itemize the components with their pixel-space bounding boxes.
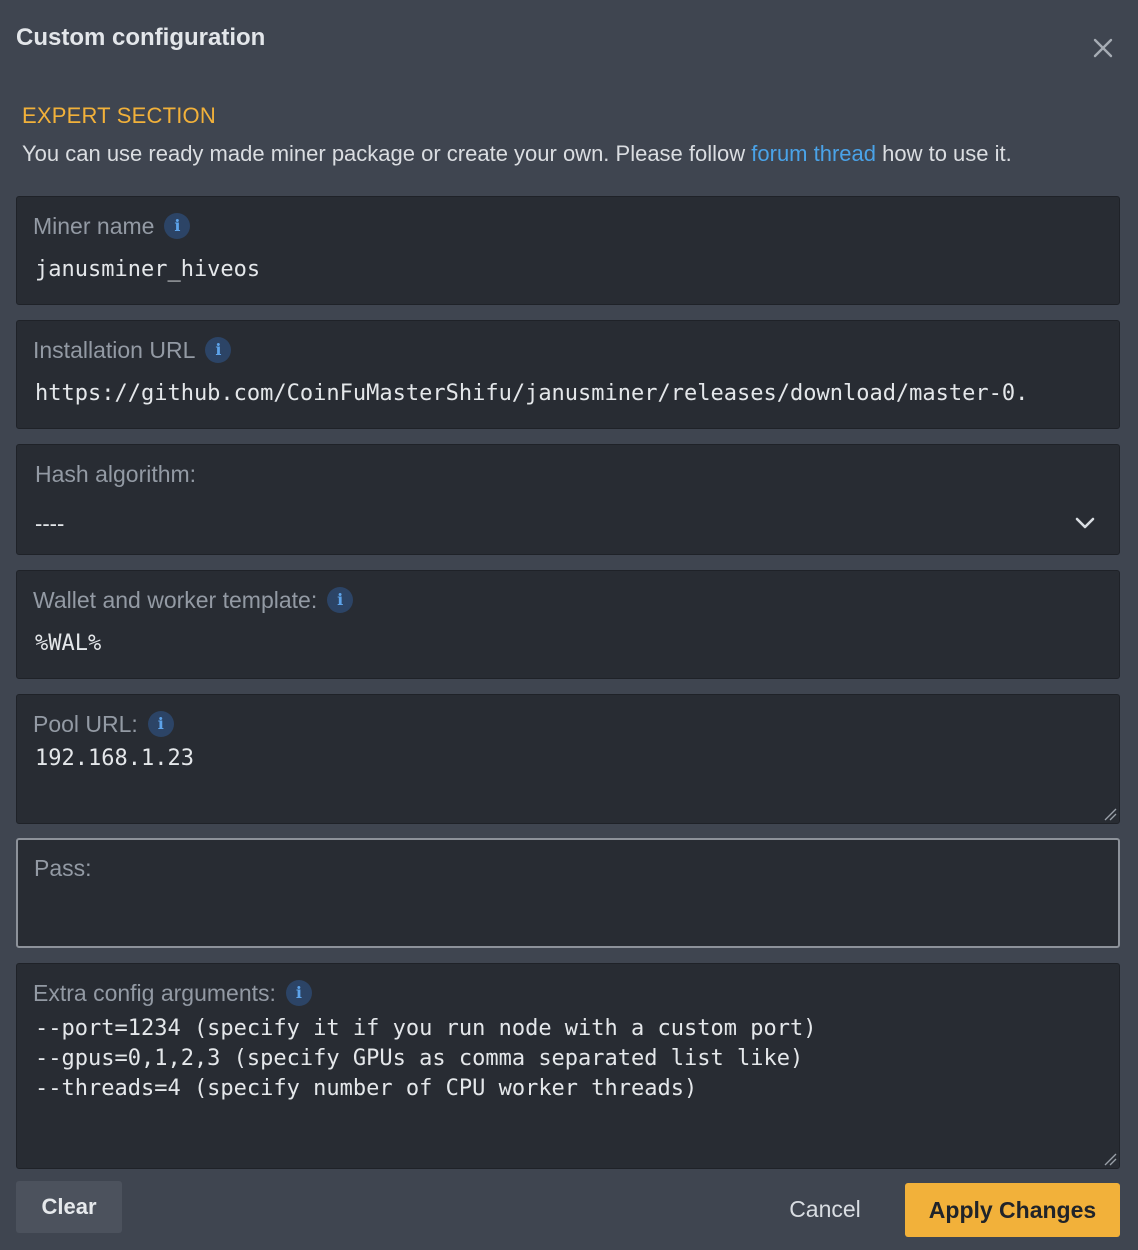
intro-text-before: You can use ready made miner package or … xyxy=(22,141,752,166)
clear-button[interactable]: Clear xyxy=(16,1181,122,1233)
pool-url-field[interactable]: Pool URL: i 192.168.1.23 xyxy=(16,694,1120,824)
installation-url-field[interactable]: Installation URL i https://github.com/Coi… xyxy=(16,320,1120,429)
installation-url-label-text: Installation URL xyxy=(33,337,196,363)
close-icon xyxy=(1093,38,1113,58)
resize-grip-icon[interactable] xyxy=(1103,807,1117,821)
dialog-title: Custom configuration xyxy=(16,24,266,51)
wallet-template-label-text: Wallet and worker template: xyxy=(33,587,318,613)
miner-name-input[interactable]: janusminer_hiveos xyxy=(35,257,1103,282)
miner-name-label-text: Miner name xyxy=(33,213,155,239)
hash-algorithm-select[interactable]: Hash algorithm: ---- xyxy=(16,444,1120,555)
hash-algorithm-selected-value[interactable]: ---- xyxy=(35,511,1103,537)
info-icon[interactable]: i xyxy=(205,336,232,363)
installation-url-input[interactable]: https://github.com/CoinFuMasterShifu/jan… xyxy=(35,381,1105,406)
resize-grip-icon[interactable] xyxy=(1103,1152,1117,1166)
forum-thread-link[interactable]: forum thread xyxy=(751,141,876,166)
cancel-button[interactable]: Cancel xyxy=(760,1183,890,1235)
pass-field[interactable]: Pass: xyxy=(16,838,1120,948)
custom-config-dialog: Custom configuration EXPERT SECTION You … xyxy=(0,0,1138,1250)
intro-text-after: how to use it. xyxy=(876,141,1012,166)
extra-config-textarea[interactable]: --port=1234 (specify it if you run node … xyxy=(35,1014,1103,1104)
pool-url-textarea[interactable]: 192.168.1.23 xyxy=(35,746,1103,771)
pool-url-label-text: Pool URL: xyxy=(33,711,138,737)
extra-config-label: Extra config arguments: i xyxy=(33,979,312,1008)
close-button[interactable] xyxy=(1088,33,1118,63)
miner-name-field[interactable]: Miner name i janusminer_hiveos xyxy=(16,196,1120,305)
pool-url-label: Pool URL: i xyxy=(33,710,174,739)
wallet-template-input[interactable]: %WAL% xyxy=(35,631,1103,656)
info-icon[interactable]: i xyxy=(285,979,312,1006)
wallet-template-field[interactable]: Wallet and worker template: i %WAL% xyxy=(16,570,1120,679)
extra-config-label-text: Extra config arguments: xyxy=(33,980,276,1006)
miner-name-label: Miner name i xyxy=(33,212,191,241)
info-icon[interactable]: i xyxy=(327,586,354,613)
hash-algorithm-label: Hash algorithm: xyxy=(35,461,197,487)
apply-changes-button[interactable]: Apply Changes xyxy=(905,1183,1120,1237)
chevron-down-icon[interactable] xyxy=(1073,511,1097,535)
pass-label: Pass: xyxy=(34,855,92,881)
intro-text: You can use ready made miner package or … xyxy=(22,141,1012,167)
wallet-template-label: Wallet and worker template: i xyxy=(33,586,354,615)
expert-section-heading: EXPERT SECTION xyxy=(22,103,216,128)
info-icon[interactable]: i xyxy=(147,710,174,737)
installation-url-label: Installation URL i xyxy=(33,336,232,365)
info-icon[interactable]: i xyxy=(164,212,191,239)
extra-config-field[interactable]: Extra config arguments: i --port=1234 (sp… xyxy=(16,963,1120,1169)
